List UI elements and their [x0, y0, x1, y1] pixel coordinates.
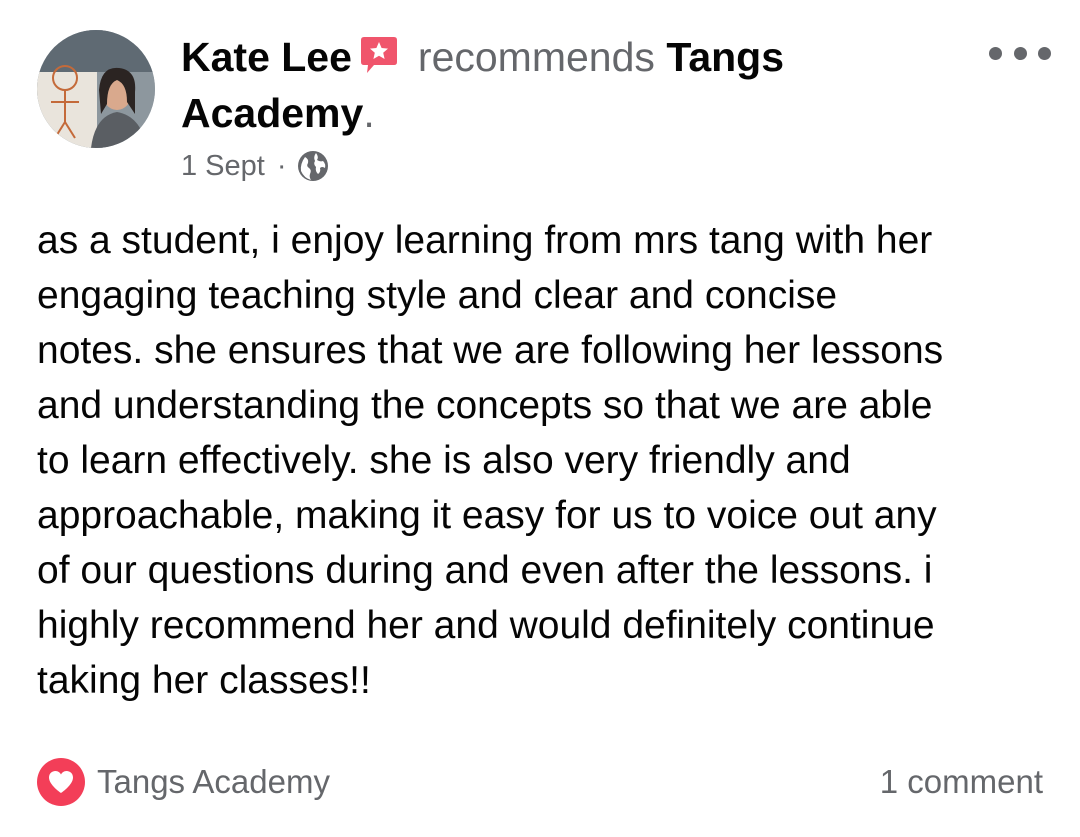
- recommendation-post: Kate Lee recommends Tangs Academy. 1 Sept …: [0, 0, 1080, 837]
- page-name-line2: Academy: [181, 90, 364, 136]
- more-dot: [1038, 46, 1051, 60]
- avatar-photo: [37, 30, 155, 148]
- action-text: recommends: [417, 34, 655, 80]
- more-options-button[interactable]: [989, 40, 1051, 66]
- post-meta: 1 Sept ·: [181, 148, 330, 184]
- more-dot: [989, 46, 1002, 60]
- reactions-summary[interactable]: Tangs Academy: [37, 757, 330, 807]
- avatar[interactable]: [37, 30, 155, 148]
- globe-icon[interactable]: [296, 149, 330, 183]
- header-period: .: [363, 90, 375, 136]
- post-body: as a student, i enjoy learning from mrs …: [37, 219, 944, 702]
- reactor-name: Tangs Academy: [97, 763, 330, 800]
- post-header: Kate Lee recommends Tangs Academy.: [181, 32, 881, 138]
- more-dot: [1013, 46, 1027, 60]
- heart-icon: [37, 758, 85, 806]
- comment-count[interactable]: 1 comment: [880, 757, 1043, 807]
- page-name-line1: Tangs: [666, 34, 785, 80]
- author-name[interactable]: Kate Lee: [181, 34, 352, 80]
- recommendation-star-icon: [358, 35, 400, 88]
- post-date[interactable]: 1 Sept: [181, 150, 265, 183]
- meta-separator: ·: [276, 149, 287, 182]
